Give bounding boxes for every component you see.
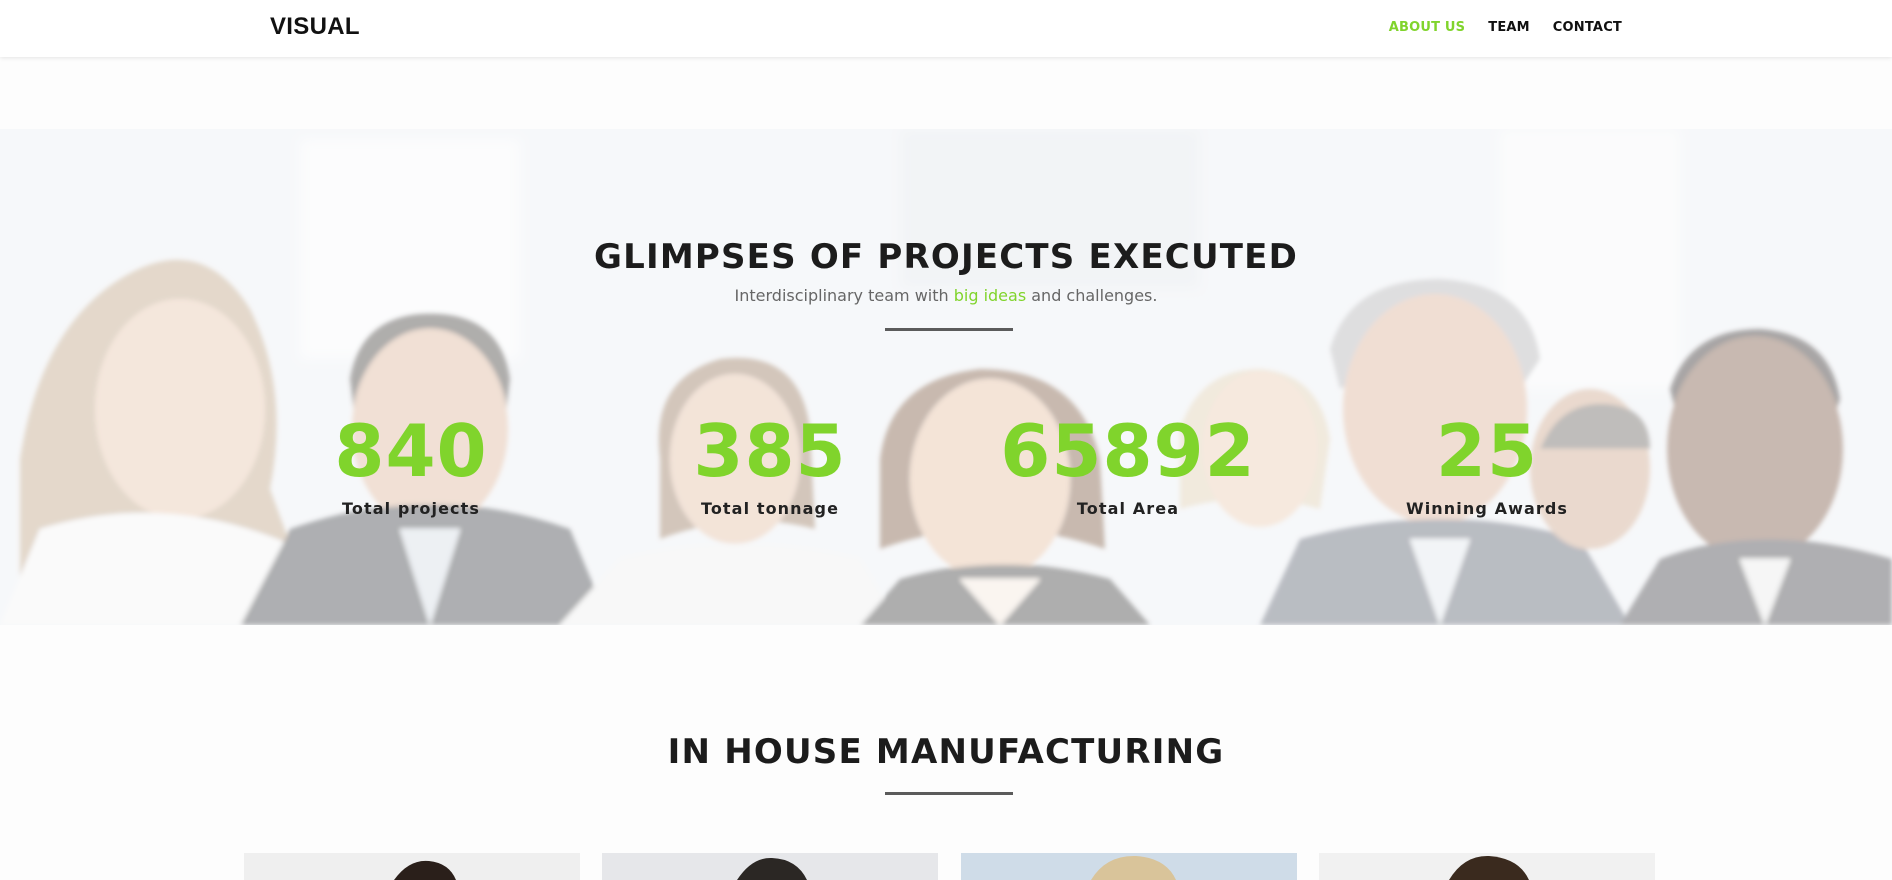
subtitle-text-end: and challenges. [1026, 286, 1158, 305]
title-divider [885, 328, 1013, 331]
stat-value: 25 [1435, 409, 1539, 493]
site-header: VISUAL ABOUT US TEAM CONTACT [0, 0, 1892, 57]
stat-value: 65892 [1000, 409, 1256, 493]
nav-contact[interactable]: CONTACT [1553, 20, 1622, 35]
team-member-photo [961, 853, 1297, 880]
main-nav: ABOUT US TEAM CONTACT [1389, 20, 1622, 35]
subtitle-highlight: big ideas [953, 286, 1027, 305]
team-member-photo [244, 853, 580, 880]
stat-label: Total projects [341, 499, 480, 518]
photo-overlay [0, 129, 1892, 625]
stat-value: 385 [693, 409, 847, 493]
manufacturing-divider [885, 792, 1013, 795]
stat-label: Total Area [1076, 499, 1180, 518]
stat-label: Winning Awards [1405, 499, 1569, 518]
nav-about-us[interactable]: ABOUT US [1389, 20, 1466, 35]
section-subtitle: Interdisciplinary team with big ideas an… [0, 286, 1892, 305]
team-card-3[interactable] [961, 853, 1297, 880]
subtitle-text-start: Interdisciplinary team with [734, 286, 954, 305]
stat-value: 840 [334, 409, 488, 493]
team-card-1[interactable] [244, 853, 580, 880]
team-card-2[interactable] [602, 853, 938, 880]
stat-total-projects: 840 Total projects [261, 415, 561, 518]
projects-stats-section: GLIMPSES OF PROJECTS EXECUTED Interdisci… [0, 129, 1892, 625]
team-member-photo [602, 853, 938, 880]
stat-total-tonnage: 385 Total tonnage [620, 415, 920, 518]
site-logo[interactable]: VISUAL [270, 13, 360, 41]
stat-winning-awards: 25 Winning Awards [1337, 415, 1637, 518]
team-member-photo [1319, 853, 1655, 880]
manufacturing-title: IN HOUSE MANUFACTURING [667, 732, 1225, 772]
stat-label: Total tonnage [700, 499, 840, 518]
section-title: GLIMPSES OF PROJECTS EXECUTED [594, 237, 1298, 277]
team-card-4[interactable] [1319, 853, 1655, 880]
nav-team[interactable]: TEAM [1488, 20, 1530, 35]
stat-total-area: 65892 Total Area [978, 415, 1278, 518]
